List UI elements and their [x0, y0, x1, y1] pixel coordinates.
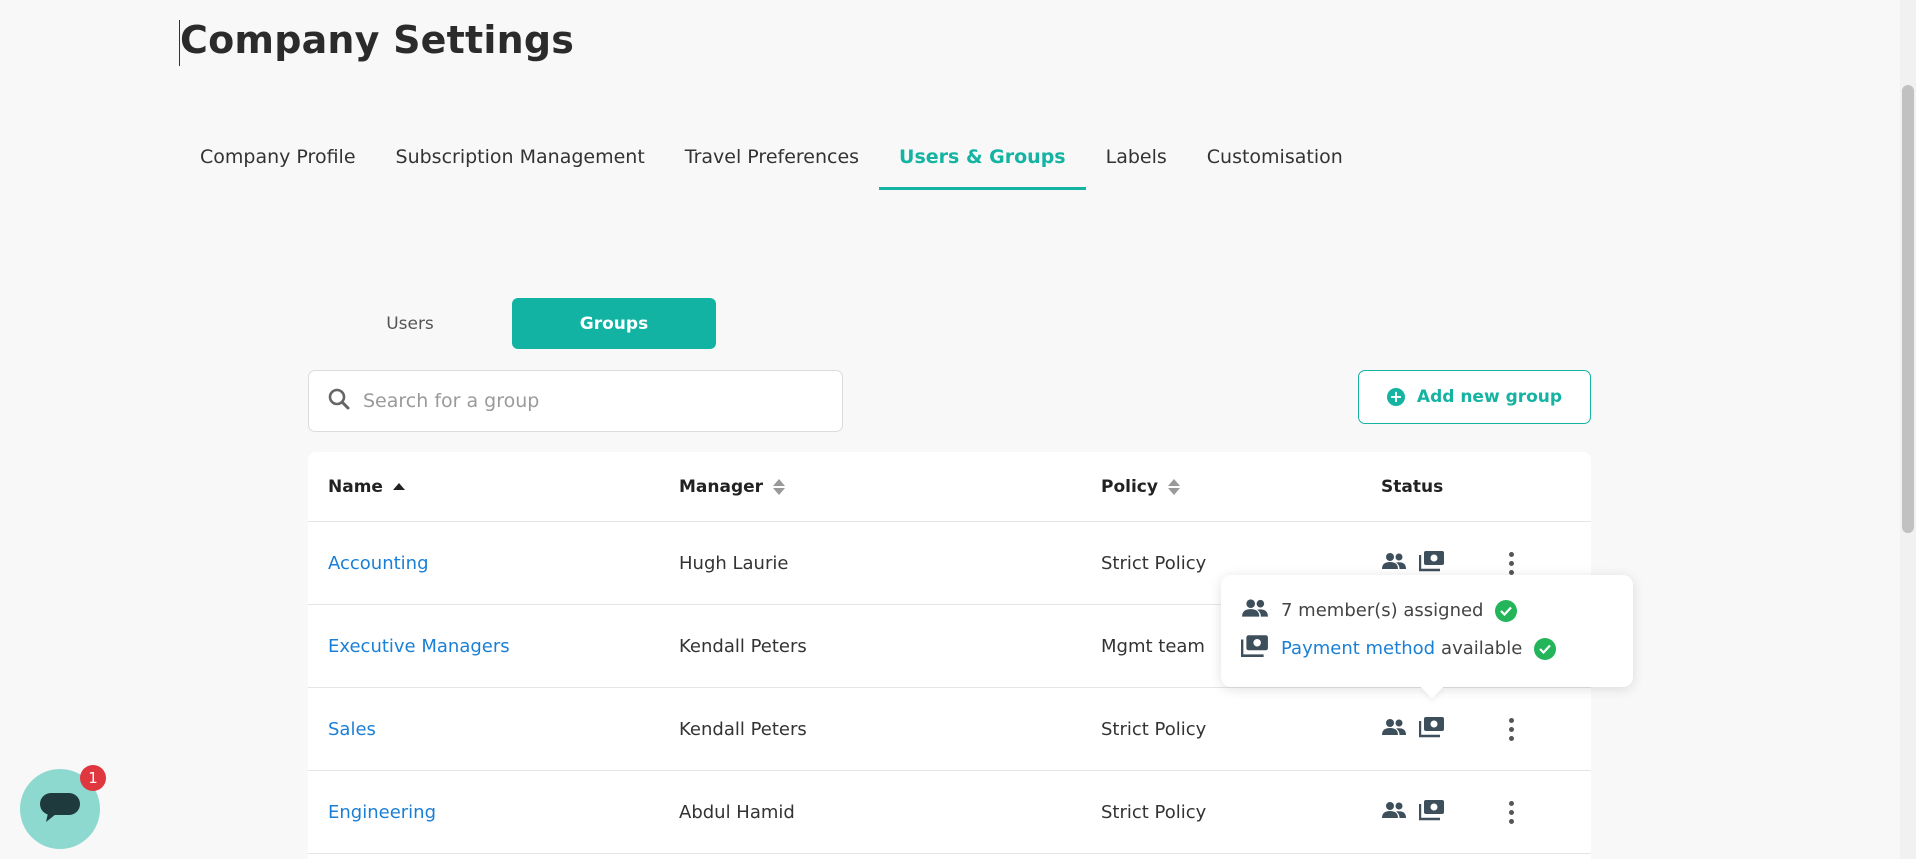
payment-available-text: available — [1441, 638, 1523, 659]
table-header: Name Manager Policy Status — [308, 452, 1591, 522]
notification-badge: 1 — [80, 765, 106, 791]
header-policy-label: Policy — [1101, 476, 1158, 497]
header-manager-label: Manager — [679, 476, 764, 497]
payment-icon — [1240, 634, 1269, 663]
header-policy[interactable]: Policy — [1101, 477, 1180, 497]
sort-icon — [1167, 478, 1180, 495]
status-cell — [1381, 771, 1445, 853]
status-cell — [1381, 688, 1445, 770]
group-name-link[interactable]: Accounting — [328, 522, 429, 604]
tab-customisation[interactable]: Customisation — [1187, 136, 1363, 190]
groups-segment-button[interactable]: Groups — [512, 298, 716, 349]
tab-labels[interactable]: Labels — [1086, 136, 1187, 190]
manager-cell: Hugh Laurie — [679, 552, 789, 574]
search-input[interactable] — [363, 390, 823, 412]
settings-tabs: Company Profile Subscription Management … — [180, 136, 1363, 190]
group-name-link[interactable]: Executive Managers — [328, 605, 510, 687]
plus-circle-icon: + — [1386, 388, 1405, 406]
policy-cell: Strict Policy — [1101, 801, 1207, 823]
add-new-group-button[interactable]: + Add new group — [1358, 370, 1591, 424]
group-name-link[interactable]: Sales — [328, 688, 376, 770]
policy-cell: Mgmt team — [1101, 635, 1205, 657]
tab-users-groups[interactable]: Users & Groups — [879, 136, 1086, 190]
users-segment-button[interactable]: Users — [308, 298, 512, 349]
group-name-link[interactable]: Engineering — [328, 771, 436, 853]
more-vertical-icon — [1508, 717, 1514, 741]
search-icon — [327, 387, 351, 415]
members-status-row: 7 member(s) assigned — [1241, 597, 1518, 624]
header-name[interactable]: Name — [328, 477, 405, 497]
page-scrollbar[interactable] — [1900, 0, 1916, 859]
header-status-label: Status — [1381, 476, 1444, 497]
scrollbar-thumb[interactable] — [1902, 85, 1914, 533]
tab-travel-preferences[interactable]: Travel Preferences — [665, 136, 879, 190]
payment-text: Payment method available — [1281, 638, 1522, 659]
payment-icon[interactable] — [1418, 799, 1445, 826]
chat-icon — [38, 789, 82, 829]
members-assigned-text: 7 member(s) assigned — [1281, 600, 1484, 621]
sort-asc-icon — [392, 483, 405, 490]
page-title: Company Settings — [180, 18, 575, 62]
manager-cell: Kendall Peters — [679, 635, 807, 657]
header-status: Status — [1381, 477, 1443, 497]
users-groups-toggle: Users Groups — [308, 298, 716, 349]
payment-status-row: Payment method available — [1240, 634, 1557, 663]
more-options-button[interactable] — [1496, 771, 1526, 853]
manager-cell: Kendall Peters — [679, 718, 807, 740]
sort-icon — [773, 478, 786, 495]
check-circle-icon — [1534, 637, 1557, 660]
more-options-button[interactable] — [1496, 688, 1526, 770]
members-icon[interactable] — [1381, 717, 1407, 742]
check-circle-icon — [1495, 599, 1518, 622]
manager-cell: Abdul Hamid — [679, 801, 795, 823]
payment-method-link[interactable]: Payment method — [1281, 638, 1435, 659]
payment-icon[interactable] — [1418, 716, 1445, 743]
search-box — [308, 370, 843, 432]
status-popover: 7 member(s) assigned Payment method avail… — [1221, 575, 1633, 687]
header-name-label: Name — [328, 476, 383, 497]
table-row: Sales Kendall Peters Strict Policy — [308, 688, 1591, 771]
payment-icon[interactable] — [1418, 550, 1445, 577]
header-manager[interactable]: Manager — [679, 476, 786, 497]
table-row: Engineering Abdul Hamid Strict Policy — [308, 771, 1591, 854]
tab-company-profile[interactable]: Company Profile — [180, 136, 376, 190]
members-icon[interactable] — [1381, 551, 1407, 576]
more-vertical-icon — [1508, 800, 1514, 824]
more-vertical-icon — [1508, 551, 1514, 575]
add-new-group-label: Add new group — [1416, 387, 1563, 407]
policy-cell: Strict Policy — [1101, 718, 1207, 740]
policy-cell: Strict Policy — [1101, 552, 1207, 574]
members-icon — [1241, 597, 1269, 624]
tab-subscription-management[interactable]: Subscription Management — [376, 136, 665, 190]
members-icon[interactable] — [1381, 800, 1407, 825]
